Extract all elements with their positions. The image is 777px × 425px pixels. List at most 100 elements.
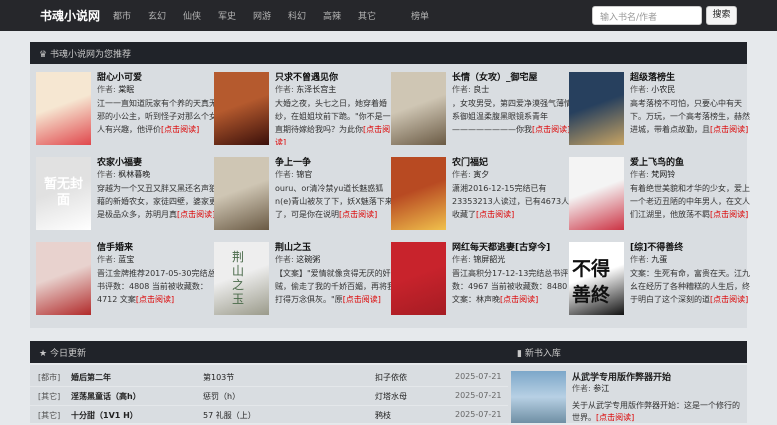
recommend-card[interactable]: 争上一争 作者: 锦官 ouru、or清冷禁yu道长魅惑狐n(e)青山被灰了下，妖X… bbox=[214, 155, 393, 239]
author-label: 作者: bbox=[97, 85, 119, 94]
newbook-cover[interactable] bbox=[511, 371, 566, 423]
book-desc-block: 晋江高积分17-12-13完结总书评数：4967 当前被收藏数：8480文案：林… bbox=[452, 267, 572, 315]
book-cover[interactable] bbox=[391, 72, 446, 145]
author-label: 作者: bbox=[630, 85, 652, 94]
update-chapter[interactable]: 第103节 bbox=[203, 372, 234, 383]
read-link[interactable]: [点击阅读] bbox=[710, 125, 748, 134]
recommend-card[interactable]: 信手婚来 作者: 蓝宝晋江金牌推荐2017-05-30完结总书评数：4808 当前… bbox=[36, 240, 216, 324]
book-title[interactable]: 甜心小可爱 bbox=[97, 70, 142, 83]
read-link[interactable]: [点击阅读] bbox=[339, 210, 377, 219]
book-title[interactable]: 爱上飞鸟的鱼 bbox=[630, 155, 684, 168]
nav-item-junshi[interactable]: 军史 bbox=[218, 9, 236, 22]
recommend-card[interactable]: 荆山之玉 荆山之玉 作者: 这碗粥 【文案】"爱情就像贪得无厌的奸贼，偷走了我的千娇百… bbox=[214, 240, 395, 324]
book-author-line: 作者: 小农民 bbox=[630, 84, 675, 95]
updates-header: ★ 今日更新 bbox=[30, 341, 508, 363]
top-nav-bar: 书魂小说网 都市 玄幻 仙侠 军史 网游 科幻 高辣 其它 榜单 输入书名/作者… bbox=[0, 0, 777, 31]
read-link[interactable]: [点击阅读] bbox=[710, 210, 748, 219]
read-link[interactable]: [点击阅读] bbox=[343, 295, 381, 304]
book-title[interactable]: 信手婚来 bbox=[97, 240, 133, 253]
book-desc-block: 高考落榜不可怕，只要心中有天下。万玩，一个高考落榜生，赫然进城，带着点故勤，且[… bbox=[630, 97, 750, 145]
update-category[interactable]: [其它] bbox=[38, 410, 60, 421]
placeholder-cover-text: 暂无封面 bbox=[43, 177, 83, 208]
newbook-read-link[interactable]: [点击阅读] bbox=[596, 413, 634, 422]
recommend-card[interactable]: 农门福妃 作者: 寅夕 潇湘2016-12-15完结已有23353213人读过，已有… bbox=[391, 155, 569, 239]
recommend-card[interactable]: 暂无封面 农家小福妻 作者: 枫林暮晚 穿越为一个又丑又胖又黑还名声狼藉的新婚农女，家… bbox=[36, 155, 217, 239]
book-cover[interactable] bbox=[569, 72, 624, 145]
update-chapter[interactable]: 惩罚（h） bbox=[203, 391, 240, 402]
book-desc-block: 江一一直知道阮家有个养的天真无邪的小公主，听到怪子对那么个女人有兴趣，他评价[点… bbox=[97, 97, 217, 145]
newbooks-panel: 从武学专用版作弊器开始 作者: 参江 关于从武学专用版作弊器开始：这是一个修行的… bbox=[508, 365, 747, 423]
read-link[interactable]: [点击阅读] bbox=[532, 125, 570, 134]
update-author: 灯塔水母 bbox=[375, 392, 407, 401]
read-link[interactable]: [点击阅读] bbox=[710, 295, 748, 304]
site-logo[interactable]: 书魂小说网 bbox=[40, 7, 100, 24]
author-label: 作者: bbox=[275, 85, 297, 94]
nav-item-wangyou[interactable]: 网游 bbox=[253, 9, 271, 22]
book-author: 锦屏韶光 bbox=[473, 255, 506, 264]
book-cover[interactable] bbox=[569, 157, 624, 230]
read-link[interactable]: [点击阅读] bbox=[476, 210, 514, 219]
book-cover[interactable] bbox=[391, 157, 446, 230]
book-author: 棠眠 bbox=[118, 85, 135, 94]
book-desc-block: 文案：生死有命，富贵在天。江九幺在经历了各种糟糕的人生后，终于明白了这个深刻的道… bbox=[630, 267, 750, 315]
cover-text-top: 不得 bbox=[572, 258, 611, 280]
recommend-card[interactable]: 不得 善終 [综]不得善终 作者: 九蛋 文案：生死有命，富贵在天。江九幺在经历了各种糟… bbox=[569, 240, 750, 324]
book-cover[interactable]: 暂无封面 bbox=[36, 157, 91, 230]
book-author-line: 作者: 锦屏韶光 bbox=[452, 254, 505, 265]
recommend-card[interactable]: 超级落榜生 作者: 小农民高考落榜不可怕，只要心中有天下。万玩，一个高考落榜生，赫… bbox=[569, 70, 750, 154]
book-desc-block: 晋江金牌推荐2017-05-30完结总书评数：4808 当前被收藏数：4712 … bbox=[97, 267, 217, 315]
book-cover[interactable] bbox=[36, 72, 91, 145]
read-link[interactable]: [点击阅读] bbox=[161, 125, 199, 134]
update-chapter[interactable]: 57 礼服（上） bbox=[203, 410, 256, 421]
update-date: 2025-07-21 bbox=[455, 410, 502, 419]
crown-icon: ♛ bbox=[39, 50, 50, 60]
search-button[interactable]: 搜索 bbox=[706, 6, 737, 25]
update-category[interactable]: [都市] bbox=[38, 372, 60, 383]
read-link[interactable]: [点击阅读] bbox=[500, 295, 538, 304]
author-label: 作者: bbox=[452, 85, 474, 94]
recommend-card[interactable]: 甜心小可爱作者: 棠眠江一一直知道阮家有个养的天真无邪的小公主，听到怪子对那么个… bbox=[36, 70, 217, 154]
book-title[interactable]: 长情（女攻）_御宅屋 bbox=[452, 70, 538, 83]
book-cover[interactable]: 不得 善終 bbox=[569, 242, 624, 315]
book-cover[interactable] bbox=[214, 72, 269, 145]
book-title[interactable]: 荆山之玉 bbox=[275, 240, 311, 253]
newbook-author: 参江 bbox=[593, 384, 610, 393]
book-cover[interactable] bbox=[214, 157, 269, 230]
update-book[interactable]: 婚后第二年 bbox=[71, 372, 111, 383]
recommend-card[interactable]: 长情（女攻）_御宅屋 作者: 良士 ，女攻男受，第四爱净漠强气薄情系御姐温柔腹黑眼镜… bbox=[391, 70, 572, 154]
updates-title: 今日更新 bbox=[49, 349, 86, 359]
book-title[interactable]: 农家小福妻 bbox=[97, 155, 142, 168]
update-book[interactable]: 淫荡黑童话（高h） bbox=[71, 391, 141, 402]
book-title[interactable]: 争上一争 bbox=[275, 155, 311, 168]
recommend-card[interactable]: 只求不曾遇见你 作者: 东泽长宫主 大婚之夜，头七之日，她穿着婚纱，在姐姐坟前下跪。… bbox=[214, 70, 391, 154]
update-author: 扣子依依 bbox=[375, 373, 407, 382]
read-link[interactable]: [点击阅读] bbox=[177, 210, 215, 219]
book-cover[interactable] bbox=[36, 242, 91, 315]
book-title[interactable]: 农门福妃 bbox=[452, 155, 488, 168]
book-title[interactable]: [综]不得善终 bbox=[630, 240, 683, 253]
update-book[interactable]: 十分甜（1V1 H） bbox=[71, 410, 138, 421]
book-cover[interactable]: 荆山之玉 bbox=[214, 242, 269, 315]
book-icon: ▮ bbox=[517, 349, 525, 359]
nav-item-xuanhuan[interactable]: 玄幻 bbox=[148, 9, 166, 22]
nav-item-bangdan[interactable]: 榜单 bbox=[411, 9, 429, 22]
book-author-line: 作者: 蓝宝 bbox=[97, 254, 134, 265]
book-desc-block: 大婚之夜，头七之日，她穿着婚纱，在姐姐坟前下跪。"你不是一直期待嫁给我吗？为此你… bbox=[275, 97, 395, 145]
newbook-title[interactable]: 从武学专用版作弊器开始 bbox=[572, 370, 671, 383]
recommend-card[interactable]: 网红每天都逃妻[古穿今] 作者: 锦屏韶光 晋江高积分17-12-13完结总书评数：… bbox=[391, 240, 568, 324]
update-category[interactable]: [其它] bbox=[38, 391, 60, 402]
book-cover[interactable] bbox=[391, 242, 446, 315]
recommend-card[interactable]: 爱上飞鸟的鱼 作者: 梵网铃 有着绝世美貌和才华的少女，爱上一个老迈丑陋的中年男人，… bbox=[569, 155, 750, 239]
nav-item-qita[interactable]: 其它 bbox=[358, 9, 376, 22]
nav-item-dushi[interactable]: 都市 bbox=[113, 9, 131, 22]
book-author: 良士 bbox=[473, 85, 490, 94]
book-title[interactable]: 网红每天都逃妻[古穿今] bbox=[452, 240, 550, 253]
nav-item-gaola[interactable]: 高辣 bbox=[323, 9, 341, 22]
book-title[interactable]: 超级落榜生 bbox=[630, 70, 675, 83]
nav-item-kehuan[interactable]: 科幻 bbox=[288, 9, 306, 22]
book-author: 蓝宝 bbox=[118, 255, 135, 264]
search-input[interactable]: 输入书名/作者 bbox=[592, 6, 702, 25]
read-link[interactable]: [点击阅读] bbox=[136, 295, 174, 304]
book-title[interactable]: 只求不曾遇见你 bbox=[275, 70, 338, 83]
nav-item-xianxia[interactable]: 仙侠 bbox=[183, 9, 201, 22]
